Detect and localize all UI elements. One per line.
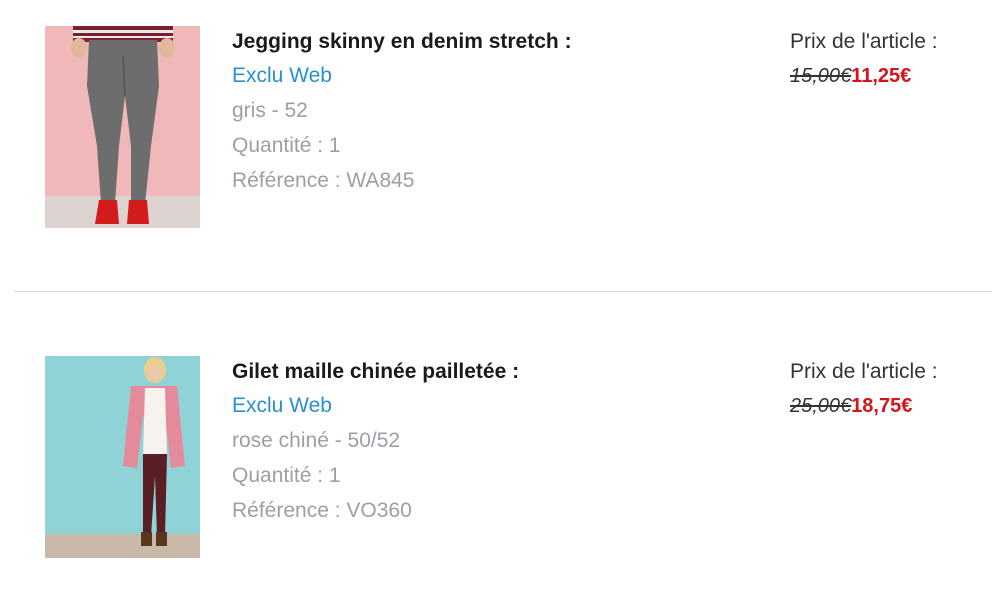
product-title[interactable]: Jegging skinny en denim stretch :	[232, 30, 752, 58]
product-info: Gilet maille chinée pailletée : Exclu We…	[232, 360, 752, 534]
price-label: Prix de l'article :	[790, 360, 938, 383]
product-variant: rose chiné - 50/52	[232, 429, 401, 452]
product-title[interactable]: Gilet maille chinée pailletée :	[232, 360, 752, 388]
price-block: Prix de l'article : 15,00€11,25€	[790, 30, 990, 88]
new-price: 11,25€	[851, 65, 912, 87]
product-reference: Référence : WA845	[232, 169, 415, 192]
price-row: 25,00€18,75€	[790, 394, 990, 418]
product-variant: gris - 52	[232, 99, 308, 122]
product-quantity: Quantité : 1	[232, 464, 341, 487]
product-quantity: Quantité : 1	[232, 134, 341, 157]
price-label: Prix de l'article :	[790, 30, 938, 53]
new-price: 18,75€	[851, 395, 913, 417]
exclu-web-link[interactable]: Exclu Web	[232, 64, 752, 99]
order-item: Gilet maille chinée pailletée : Exclu We…	[0, 352, 992, 562]
price-row: 15,00€11,25€	[790, 64, 990, 88]
product-reference: Référence : VO360	[232, 499, 412, 522]
old-price: 15,00€	[790, 65, 852, 87]
item-divider	[14, 291, 992, 292]
order-item: Jegging skinny en denim stretch : Exclu …	[0, 22, 992, 232]
exclu-web-link[interactable]: Exclu Web	[232, 394, 752, 429]
product-image[interactable]	[45, 26, 200, 228]
old-price: 25,00€	[790, 395, 852, 417]
product-image[interactable]	[45, 356, 200, 558]
product-info: Jegging skinny en denim stretch : Exclu …	[232, 30, 752, 204]
price-block: Prix de l'article : 25,00€18,75€	[790, 360, 990, 418]
